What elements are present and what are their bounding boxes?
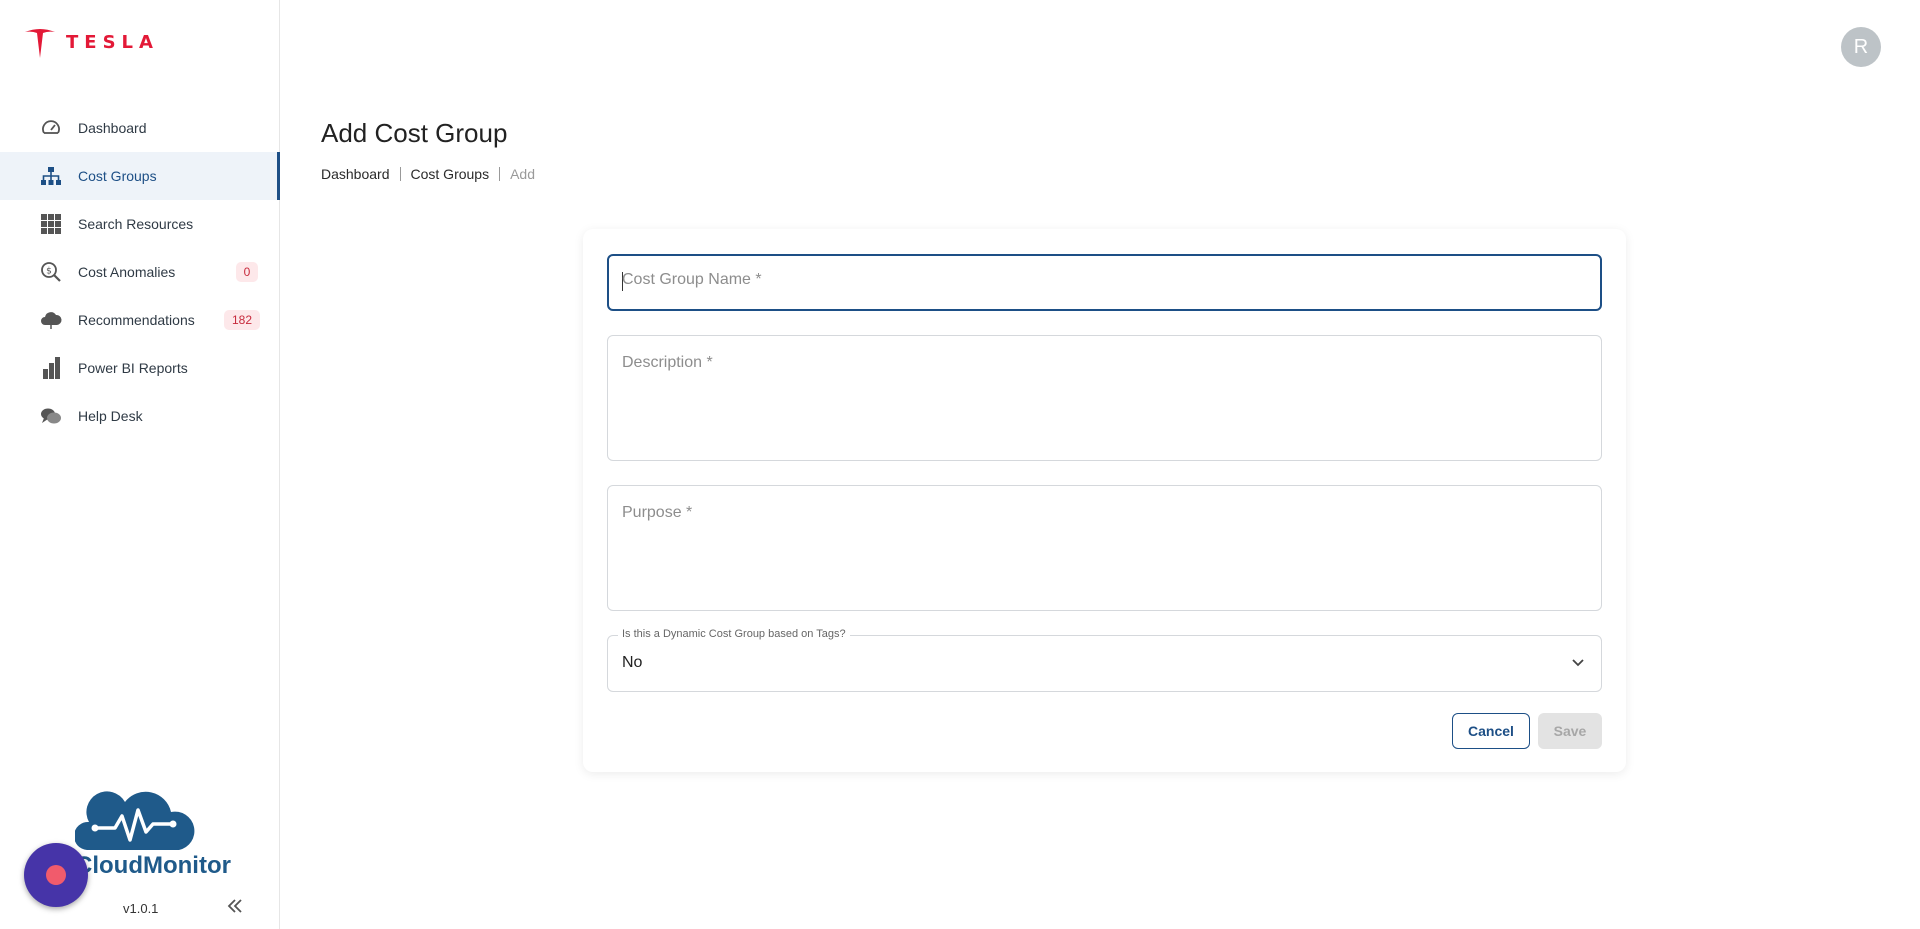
sidebar-item-label: Cost Anomalies — [78, 264, 176, 280]
dynamic-cost-group-label: Is this a Dynamic Cost Group based on Ta… — [618, 628, 850, 640]
double-chevron-left-icon — [227, 899, 242, 913]
grid-icon — [40, 213, 62, 235]
cloud-heartbeat-icon — [73, 791, 195, 850]
cloud-icon — [40, 309, 62, 331]
tesla-t-icon — [25, 29, 55, 58]
cloudmonitor-logo: CloudMonitor — [73, 780, 231, 879]
collapse-sidebar-button[interactable] — [226, 898, 244, 919]
sidebar-item-label: Cost Groups — [78, 168, 157, 184]
chat-bubbles-icon — [40, 405, 62, 427]
breadcrumb-add: Add — [510, 166, 536, 182]
sidebar-item-label: Help Desk — [78, 408, 143, 424]
brand-name: CloudMonitor — [75, 852, 231, 879]
record-fab-button[interactable] — [24, 843, 88, 907]
breadcrumb-dashboard[interactable]: Dashboard — [321, 166, 390, 182]
sidebar: TESLA Dashboard Cost Groups Search Resou… — [0, 0, 280, 929]
chevron-down-icon — [1572, 659, 1584, 667]
user-avatar[interactable]: R — [1841, 27, 1881, 67]
recommendations-count-badge: 182 — [224, 310, 260, 330]
anomalies-count-badge: 0 — [236, 262, 258, 282]
purpose-field[interactable]: Purpose * — [607, 485, 1602, 611]
record-dot-icon — [46, 865, 66, 885]
app-root: TESLA Dashboard Cost Groups Search Resou… — [0, 0, 1920, 929]
description-field[interactable]: Description * — [607, 335, 1602, 461]
sidebar-item-recommendations[interactable]: Recommendations 182 — [0, 296, 280, 344]
breadcrumb-separator — [399, 167, 401, 181]
cost-group-name-field[interactable]: Cost Group Name * — [607, 254, 1602, 311]
sidebar-item-label: Dashboard — [78, 120, 147, 136]
sidebar-item-label: Power BI Reports — [78, 360, 188, 376]
sidebar-item-label: Recommendations — [78, 312, 195, 328]
breadcrumb-cost-groups[interactable]: Cost Groups — [411, 166, 490, 182]
sidebar-item-cost-anomalies[interactable]: $ Cost Anomalies 0 — [0, 248, 280, 296]
sidebar-item-search-resources[interactable]: Search Resources — [0, 200, 280, 248]
sidebar-item-help-desk[interactable]: Help Desk — [0, 392, 280, 440]
sidebar-item-power-bi-reports[interactable]: Power BI Reports — [0, 344, 280, 392]
breadcrumb: Dashboard Cost Groups Add — [321, 166, 535, 182]
sidebar-item-cost-groups[interactable]: Cost Groups — [0, 152, 280, 200]
dynamic-cost-group-value: No — [622, 654, 643, 671]
breadcrumb-separator — [499, 167, 501, 181]
save-button[interactable]: Save — [1538, 713, 1602, 749]
purpose-placeholder: Purpose * — [622, 504, 693, 521]
dynamic-cost-group-select[interactable]: Is this a Dynamic Cost Group based on Ta… — [607, 628, 1602, 692]
cost-group-name-placeholder: Cost Group Name * — [622, 271, 762, 288]
hierarchy-icon — [40, 165, 62, 187]
tesla-logo[interactable]: TESLA — [22, 24, 159, 60]
add-cost-group-form: Cost Group Name * Description * Purpose … — [583, 229, 1626, 772]
cancel-button[interactable]: Cancel — [1452, 713, 1530, 749]
svg-text:$: $ — [46, 267, 52, 277]
description-placeholder: Description * — [622, 354, 713, 371]
sidebar-item-dashboard[interactable]: Dashboard — [0, 104, 280, 152]
app-version: v1.0.1 — [123, 901, 159, 916]
sidebar-nav: Dashboard Cost Groups Search Resources $… — [0, 104, 280, 440]
dashboard-gauge-icon — [40, 117, 62, 139]
logo-text: TESLA — [66, 31, 159, 53]
sidebar-item-label: Search Resources — [78, 216, 194, 232]
bar-chart-icon — [40, 357, 62, 379]
dollar-search-icon: $ — [40, 261, 62, 283]
page-title: Add Cost Group — [321, 118, 508, 148]
